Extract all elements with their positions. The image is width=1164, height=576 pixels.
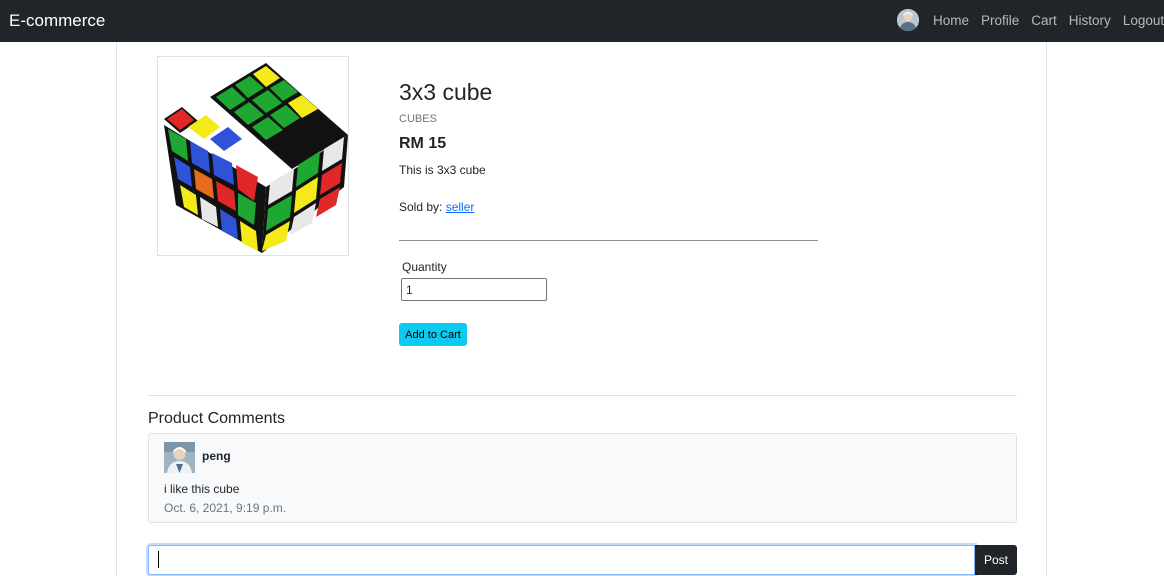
user-avatar[interactable]	[897, 9, 919, 31]
sold-by-label: Sold by:	[399, 200, 443, 214]
divider	[399, 240, 818, 241]
comment-date: Oct. 6, 2021, 9:19 p.m.	[164, 501, 287, 515]
product-image	[157, 56, 349, 256]
product-price: RM 15	[399, 135, 447, 152]
nav-links: Home Profile Cart History Logout	[933, 13, 1164, 29]
quantity-input[interactable]	[401, 278, 547, 301]
seller-link[interactable]: seller	[446, 200, 475, 214]
product-title: 3x3 cube	[399, 79, 493, 105]
comment-card: peng i like this cube Oct. 6, 2021, 9:19…	[148, 433, 1017, 523]
comment-username: peng	[202, 449, 231, 463]
nav-logout[interactable]: Logout	[1123, 13, 1164, 29]
text-caret	[158, 551, 159, 568]
sold-by: Sold by: seller	[399, 200, 474, 215]
comments-heading: Product Comments	[148, 410, 285, 427]
divider	[148, 395, 1017, 396]
product-description: This is 3x3 cube	[399, 163, 486, 177]
brand-link[interactable]: E-commerce	[9, 11, 105, 31]
comment-avatar	[164, 442, 195, 473]
nav-cart[interactable]: Cart	[1031, 13, 1057, 29]
nav-home[interactable]: Home	[933, 13, 969, 29]
add-to-cart-button[interactable]: Add to Cart	[399, 323, 467, 346]
navbar: E-commerce Home Profile Cart History Log…	[0, 0, 1164, 42]
comment-text: i like this cube	[164, 482, 240, 496]
comment-input[interactable]	[148, 545, 975, 575]
nav-profile[interactable]: Profile	[981, 13, 1019, 29]
product-category: CUBES	[399, 113, 437, 125]
post-comment-button[interactable]: Post	[975, 545, 1017, 575]
quantity-label: Quantity	[402, 260, 447, 274]
nav-history[interactable]: History	[1069, 13, 1111, 29]
